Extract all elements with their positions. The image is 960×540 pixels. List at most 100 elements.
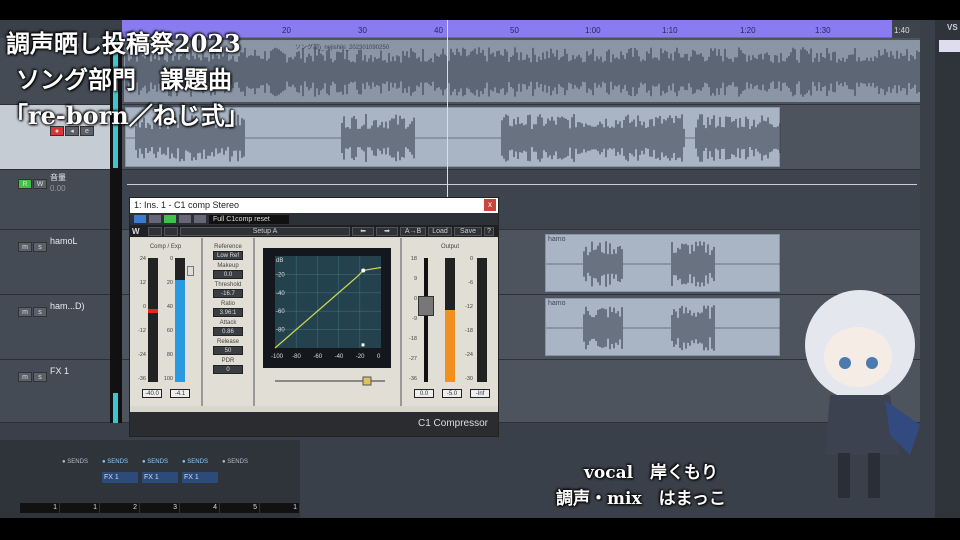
send-slot[interactable]: FX 1 [182,472,218,483]
output-gain-fader[interactable] [418,296,434,316]
track-name: ham...D) [50,301,85,311]
help-button[interactable]: ? [484,226,494,236]
overlay-title-line3: 「re-born／ねじ式」 [4,101,249,130]
sends-toggle[interactable]: ● SENDS [222,459,248,465]
param-value-ratio[interactable]: 3.96:1 [213,308,243,317]
automation-track[interactable]: RW 音量 0.00 [0,170,110,230]
redo-button[interactable] [164,226,178,236]
x-tick-label: -40 [335,354,344,360]
gr-scale-label: 80 [166,352,173,358]
transfer-curve-graph[interactable]: dB-20-40-60-80-100 -80 -60 -40 -20 0 [255,238,400,406]
preset-selector[interactable]: Full C1comp reset [209,214,289,224]
load-button[interactable]: Load [428,226,452,236]
ab-button[interactable]: A→B [400,226,426,236]
audio-clip[interactable]: hamo [545,234,781,292]
channel-number[interactable]: 4 [180,503,219,513]
lane-1[interactable]: ソング部)_nejishiki_202301090250 [122,38,920,105]
input-scale-label: 24 [139,256,146,262]
track-header-fx1[interactable]: m s FX 1 [0,360,110,423]
solo-button[interactable]: s [33,307,47,317]
knee-slider-handle[interactable] [362,376,372,386]
compare-button[interactable] [194,215,206,223]
solo-button[interactable]: s [33,242,47,252]
next-setup-button[interactable]: ➡ [376,226,398,236]
channel-number[interactable]: 3 [140,503,179,513]
channel-number[interactable]: 1 [260,503,299,513]
channel-number[interactable]: 1 [60,503,99,513]
channel-number[interactable]: 5 [220,503,259,513]
clip-name: hamo [548,300,566,307]
waveform [545,241,781,287]
read-automation-button[interactable] [164,215,176,223]
undo-button[interactable] [148,226,162,236]
bypass-button[interactable] [149,215,161,223]
audio-clip[interactable]: hamo [545,298,781,356]
param-value-attack[interactable]: 0.86 [213,327,243,336]
output-meter-right [477,258,487,382]
sends-label: SENDS [107,459,128,465]
power-icon[interactable] [134,215,146,223]
parameters-panel: Reference Low Ref Makeup 0.0 Threshold -16.7 R… [203,238,255,406]
close-button[interactable]: x [484,199,496,211]
overlay-title-line1: 調声晒し投稿祭2023 [6,29,241,58]
x-tick-label: -100 [271,354,284,360]
threshold-point[interactable] [361,268,366,273]
automation-param[interactable]: 音量 [50,172,66,183]
param-value-threshold[interactable]: -16.7 [213,289,243,298]
sends-label: SENDS [67,459,88,465]
level-indicator [361,343,365,347]
channel-number[interactable]: 2 [100,503,139,513]
track-header-hamoL[interactable]: m s hamoL [0,230,110,295]
ruler-tick: 50 [510,26,519,35]
save-button[interactable]: Save [454,226,482,236]
ruler-tick: 30 [358,26,367,35]
param-value-pdr[interactable]: 0 [213,365,243,374]
sends-toggle[interactable]: ● SENDS [182,459,208,465]
automation-value[interactable]: 0.00 [50,184,66,193]
sends-label: SENDS [147,459,168,465]
param-value-reference[interactable]: Low Ref [213,251,243,260]
clip-name: hamo [548,236,566,243]
gr-scale-label: 60 [166,328,173,334]
send-slot[interactable]: FX 1 [142,472,178,483]
gr-scale-label: 0 [169,256,173,262]
input-scale-label: 12 [139,280,146,286]
mute-button[interactable]: m [18,372,32,382]
track-name: FX 1 [50,366,70,376]
channel-number[interactable]: 1 [20,503,59,513]
send-slot[interactable]: FX 1 [102,472,138,483]
prev-setup-button[interactable]: ⬅ [352,226,374,236]
sends-toggle[interactable]: ● SENDS [62,459,88,465]
right-panel: VS [935,20,960,518]
param-value-makeup[interactable]: 0.0 [213,270,243,279]
output-meter-scale-label: -30 [465,376,473,382]
input-readout: -40.0 [142,389,162,398]
y-tick-label: -40 [276,291,285,297]
sends-toggle[interactable]: ● SENDS [102,459,128,465]
add-instrument-button[interactable] [939,40,960,52]
ruler-tick: 1:00 [585,26,601,35]
ruler-end: 1:40 [892,20,920,38]
param-value-release[interactable]: 50 [213,346,243,355]
input-scale-label: 0 [142,304,146,310]
solo-button[interactable]: s [33,372,47,382]
setup-selector[interactable]: Setup A [180,226,350,236]
write-button[interactable]: W [33,179,47,189]
read-button[interactable]: R [18,179,32,189]
transfer-graph-panel: dB -20 -40 -60 -80 -100 -80 -60 -40 -20 0 [255,238,402,406]
track-header-hamD[interactable]: m s ham...D) [0,295,110,360]
mute-button[interactable]: m [18,242,32,252]
audio-clip[interactable]: ソング部)_nejishiki_202301090250 [124,40,920,102]
ruler-tick: 1:10 [662,26,678,35]
track-name: hamoL [50,236,78,246]
output-meter-scale-label: -24 [465,352,473,358]
threshold-fader[interactable] [187,266,194,276]
plugin-toolbar: Full C1comp reset [130,213,498,225]
character-illustration [805,290,920,498]
mute-button[interactable]: m [18,307,32,317]
plugin-window[interactable]: 1: Ins. 1 - C1 comp Stereo x Full C1comp … [129,197,499,437]
write-automation-button[interactable] [179,215,191,223]
sends-toggle[interactable]: ● SENDS [142,459,168,465]
plugin-titlebar[interactable]: 1: Ins. 1 - C1 comp Stereo x [130,198,498,213]
x-tick-label: -20 [356,354,365,360]
